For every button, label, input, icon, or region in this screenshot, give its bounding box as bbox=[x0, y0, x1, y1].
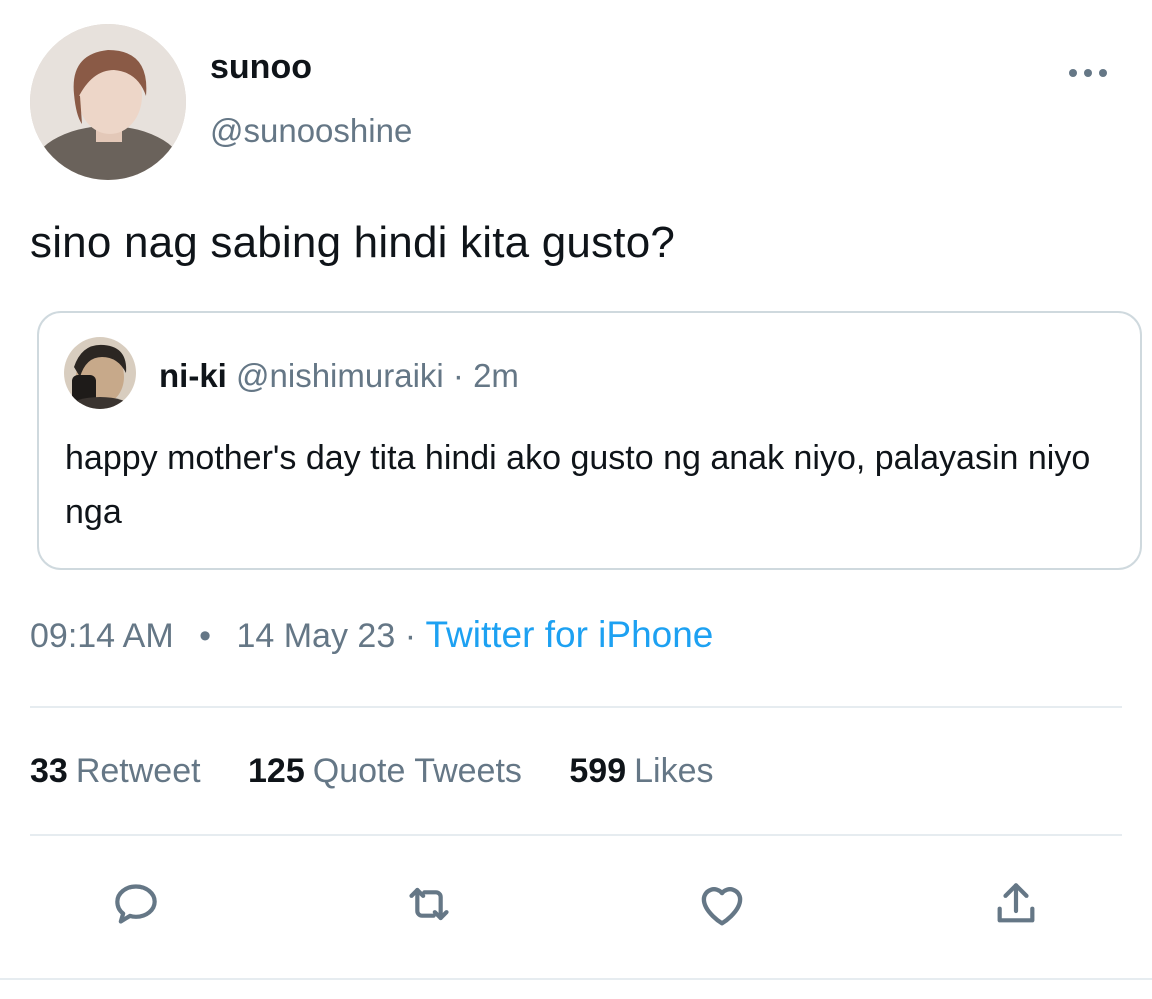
retweets-stat[interactable]: 33 Retweet bbox=[30, 752, 201, 791]
tweet-stats: 33 Retweet 125 Quote Tweets 599 Likes bbox=[30, 752, 751, 791]
heart-icon bbox=[693, 875, 751, 938]
share-icon bbox=[988, 876, 1044, 937]
quote-tweets-stat[interactable]: 125 Quote Tweets bbox=[248, 752, 522, 791]
likes-label: Likes bbox=[634, 752, 714, 790]
quoted-tweet-card[interactable]: ni-ki @nishimuraiki · 2m happy mother's … bbox=[37, 311, 1142, 570]
quoted-tweet-text: happy mother's day tita hindi ako gusto … bbox=[65, 439, 1091, 531]
meta-separator: · bbox=[404, 617, 417, 655]
reply-button[interactable] bbox=[104, 874, 168, 938]
more-horizontal-icon bbox=[1068, 65, 1108, 83]
divider-bottom bbox=[30, 834, 1122, 836]
tweet-text: sino nag sabing hindi kita gusto? bbox=[30, 218, 676, 267]
quoted-author-handle[interactable]: @nishimuraiki bbox=[236, 357, 444, 394]
more-options-button[interactable] bbox=[1064, 58, 1112, 90]
share-button[interactable] bbox=[984, 874, 1048, 938]
divider-top bbox=[30, 706, 1122, 708]
retweet-icon bbox=[401, 876, 457, 937]
retweets-label: Retweet bbox=[75, 752, 201, 790]
reply-icon bbox=[108, 876, 164, 937]
tweet-source-link[interactable]: Twitter for iPhone bbox=[425, 614, 713, 655]
retweets-count: 33 bbox=[30, 752, 68, 790]
tweet-date: 14 May 23 bbox=[236, 617, 396, 655]
author-avatar[interactable] bbox=[30, 24, 186, 180]
author-handle[interactable]: @sunooshine bbox=[210, 112, 412, 150]
bottom-border bbox=[0, 978, 1152, 980]
quote-tweets-label: Quote Tweets bbox=[312, 752, 522, 790]
quoted-separator: · bbox=[452, 357, 464, 394]
tweet-meta: 09:14 AM • 14 May 23 · Twitter for iPhon… bbox=[30, 614, 713, 656]
meta-dot: • bbox=[199, 617, 212, 655]
quoted-timestamp[interactable]: 2m bbox=[473, 357, 519, 394]
likes-count: 599 bbox=[569, 752, 627, 790]
likes-stat[interactable]: 599 Likes bbox=[569, 752, 713, 791]
author-display-name[interactable]: sunoo bbox=[210, 48, 312, 87]
quoted-author-avatar[interactable] bbox=[64, 337, 136, 409]
retweet-button[interactable] bbox=[397, 874, 461, 938]
tweet-time: 09:14 AM bbox=[30, 617, 174, 655]
like-button[interactable] bbox=[690, 874, 754, 938]
quoted-author-name[interactable]: ni-ki bbox=[159, 357, 227, 394]
quoted-tweet-header: ni-ki @nishimuraiki · 2m bbox=[159, 357, 519, 395]
quote-tweets-count: 125 bbox=[248, 752, 305, 790]
